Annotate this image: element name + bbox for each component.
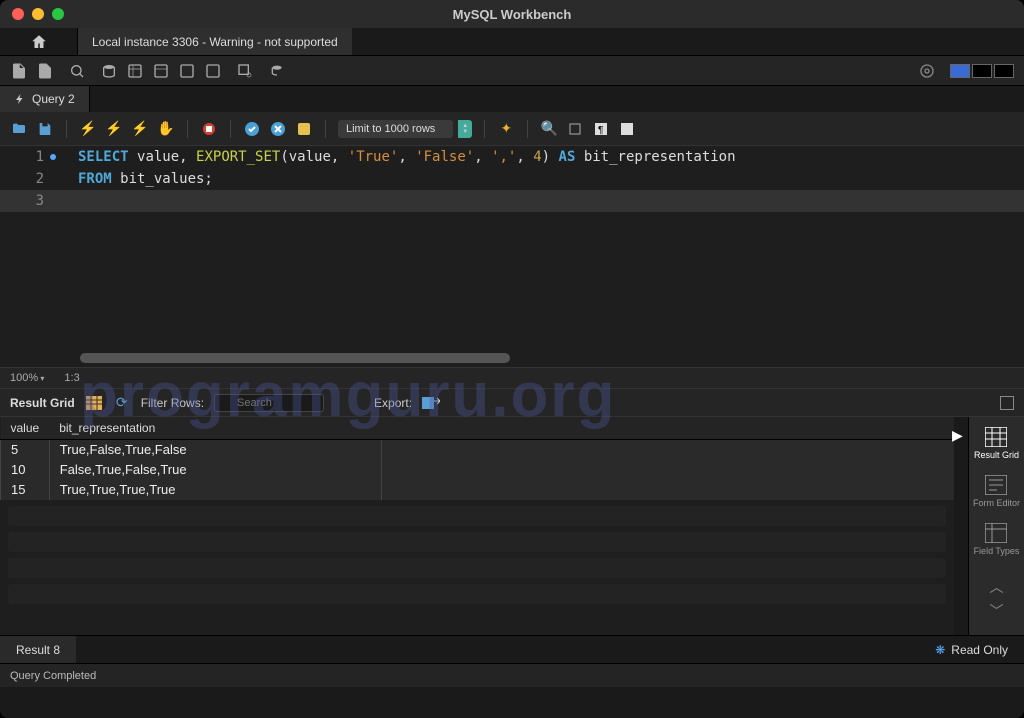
- wrap-cell-icon[interactable]: [1000, 396, 1014, 410]
- svg-text:¶: ¶: [598, 125, 603, 136]
- save-file-icon[interactable]: [36, 120, 54, 138]
- result-tab[interactable]: Result 8: [0, 636, 76, 663]
- side-tab-result-grid[interactable]: Result Grid: [974, 425, 1019, 461]
- connection-tabs: Local instance 3306 - Warning - not supp…: [0, 28, 1024, 56]
- export-label: Export:: [374, 396, 412, 410]
- inspector-icon[interactable]: [68, 62, 86, 80]
- execute-icon[interactable]: ⚡: [79, 120, 97, 138]
- result-grid-icon[interactable]: [85, 394, 103, 412]
- connection-tab[interactable]: Local instance 3306 - Warning - not supp…: [78, 28, 352, 55]
- limit-stepper[interactable]: ▲▼: [458, 120, 472, 138]
- right-panel-toggle[interactable]: [994, 64, 1014, 78]
- limit-rows-select[interactable]: Limit to 1000 rows: [338, 120, 453, 138]
- new-sql-tab-icon[interactable]: [10, 62, 28, 80]
- table-row[interactable]: 5True,False,True,False: [1, 440, 955, 460]
- schema-icon-5[interactable]: [204, 62, 222, 80]
- table-row[interactable]: 10False,True,False,True: [1, 460, 955, 480]
- read-only-indicator: ❋ Read Only: [919, 636, 1024, 663]
- table-row[interactable]: 15True,True,True,True: [1, 480, 955, 500]
- result-toolbar: Result Grid ⟳ Filter Rows: Export:: [0, 389, 1024, 417]
- open-file-icon[interactable]: [10, 120, 28, 138]
- panel-toggles: [950, 64, 1014, 78]
- filter-rows-label: Filter Rows:: [141, 396, 204, 410]
- autocommit-icon[interactable]: [295, 120, 313, 138]
- result-side-panel: Result Grid Form Editor Field Types ︿ ﹀: [968, 417, 1024, 635]
- settings-gear-icon[interactable]: [918, 62, 936, 80]
- zoom-level[interactable]: 100%: [10, 372, 44, 384]
- left-panel-toggle[interactable]: [950, 64, 970, 78]
- wrap-icon[interactable]: ¶: [592, 120, 610, 138]
- maximize-window-button[interactable]: [52, 8, 64, 20]
- snippets-icon[interactable]: [618, 120, 636, 138]
- home-icon: [30, 33, 48, 51]
- window-titlebar: MySQL Workbench: [0, 0, 1024, 28]
- query-tab[interactable]: Query 2: [0, 86, 90, 112]
- main-toolbar: [0, 56, 1024, 86]
- stop-icon[interactable]: ✋: [157, 120, 175, 138]
- status-bar: Query Completed: [0, 663, 1024, 687]
- schema-icon-2[interactable]: [126, 62, 144, 80]
- column-header[interactable]: bit_representation: [49, 417, 382, 440]
- find-icon[interactable]: 🔍: [540, 120, 558, 138]
- rollback-icon[interactable]: [269, 120, 287, 138]
- schema-icon-3[interactable]: [152, 62, 170, 80]
- query-tab-label: Query 2: [32, 92, 75, 106]
- reconnect-icon[interactable]: [268, 62, 286, 80]
- sql-editor[interactable]: 1SELECT value, EXPORT_SET(value, 'True',…: [0, 146, 1024, 367]
- execute-current-icon[interactable]: ⚡: [105, 120, 123, 138]
- read-only-icon: ❋: [935, 643, 945, 657]
- filter-input[interactable]: [214, 394, 324, 412]
- lightning-icon: [14, 93, 26, 105]
- result-area: valuebit_representation 5True,False,True…: [0, 417, 1024, 635]
- beautify-icon[interactable]: ✦: [497, 120, 515, 138]
- side-tab-form-editor[interactable]: Form Editor: [973, 473, 1020, 509]
- explain-icon[interactable]: ⚡: [131, 120, 149, 138]
- search-table-icon[interactable]: [236, 62, 254, 80]
- schema-icon-4[interactable]: [178, 62, 196, 80]
- commit-icon[interactable]: [243, 120, 261, 138]
- toggle-1-icon[interactable]: [200, 120, 218, 138]
- minimize-window-button[interactable]: [32, 8, 44, 20]
- result-tabs-bar: Result 8 ❋ Read Only: [0, 635, 1024, 663]
- editor-status: 100% 1:3: [0, 367, 1024, 389]
- side-tab-field-types[interactable]: Field Types: [974, 521, 1020, 557]
- result-grid[interactable]: valuebit_representation 5True,False,True…: [0, 417, 954, 635]
- expand-caret-icon[interactable]: ▶: [952, 427, 963, 444]
- column-header[interactable]: value: [1, 417, 50, 440]
- schema-icon-1[interactable]: [100, 62, 118, 80]
- query-tabs: Query 2: [0, 86, 1024, 112]
- refresh-icon[interactable]: ⟳: [113, 394, 131, 412]
- result-grid-label: Result Grid: [10, 396, 75, 410]
- bottom-panel-toggle[interactable]: [972, 64, 992, 78]
- horizontal-scrollbar[interactable]: [80, 353, 510, 363]
- status-text: Query Completed: [10, 670, 96, 682]
- close-window-button[interactable]: [12, 8, 24, 20]
- export-icon[interactable]: [422, 394, 440, 412]
- home-tab[interactable]: [0, 28, 78, 55]
- open-sql-icon[interactable]: [36, 62, 54, 80]
- invisible-chars-icon[interactable]: [566, 120, 584, 138]
- cursor-position: 1:3: [64, 372, 79, 384]
- editor-toolbar: ⚡ ⚡ ⚡ ✋ Limit to 1000 rows ▲▼ ✦ 🔍 ¶: [0, 112, 1024, 146]
- side-scroll-down[interactable]: ﹀: [990, 601, 1004, 621]
- app-title: MySQL Workbench: [453, 7, 572, 22]
- side-scroll-up[interactable]: ︿: [990, 577, 1004, 597]
